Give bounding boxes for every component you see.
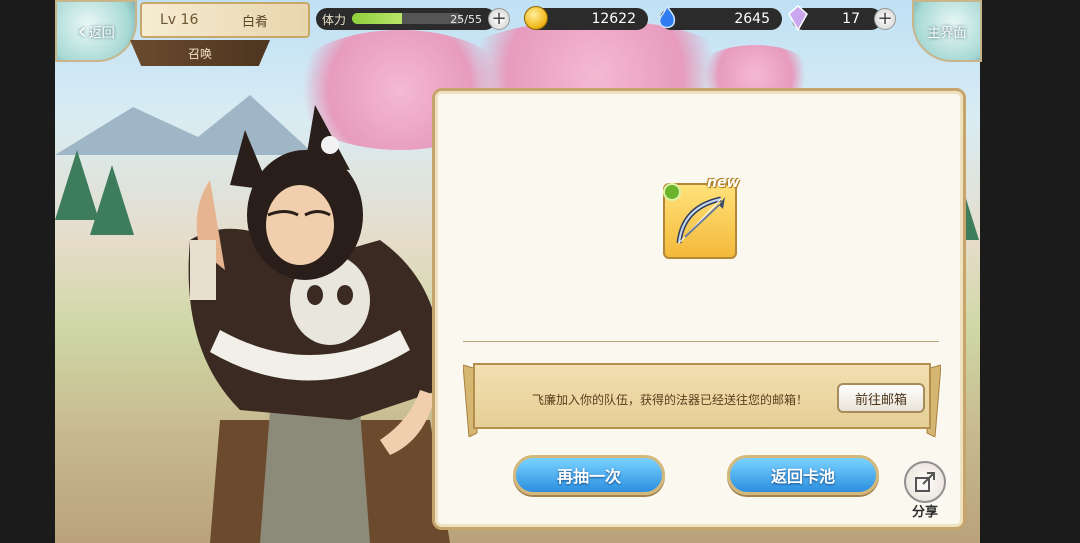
stamina-label: 体力 [322, 13, 347, 27]
player-name: 白肴 [241, 14, 268, 30]
add-crystal-button[interactable]: + [874, 8, 896, 30]
crystal-icon [788, 5, 808, 31]
player-info-panel: Lv 16 白肴 [140, 2, 310, 38]
summoned-character-portrait [188, 105, 450, 543]
share-button[interactable]: 分享 [901, 461, 949, 520]
crystal-currency: 17 [788, 5, 882, 31]
pine-tree [90, 165, 134, 235]
crystal-value: 17 [842, 11, 860, 27]
bow-weapon-icon [676, 196, 725, 244]
chevron-left-icon: ‹ [77, 17, 87, 45]
spirit-currency: 2645 [658, 5, 782, 30]
result-message-scroll: 飞廉加入你的队伍，获得的法器已经送往您的邮箱！ 前往邮箱 [463, 359, 941, 437]
share-label: 分享 [911, 505, 938, 520]
left-letterbox [0, 0, 55, 543]
new-badge: new [707, 175, 740, 191]
stamina-fill [352, 13, 402, 24]
gold-coin-icon [524, 6, 548, 30]
result-message: 飞廉加入你的队伍，获得的法器已经送往您的邮箱！ [531, 393, 808, 407]
go-to-mailbox-button[interactable]: 前往邮箱 [837, 383, 925, 413]
draw-again-button[interactable]: 再抽一次 [513, 455, 665, 495]
add-stamina-button[interactable]: + [488, 8, 510, 30]
back-label: 返回 [88, 25, 115, 41]
spirit-value: 2645 [734, 11, 770, 27]
right-letterbox [980, 0, 1080, 543]
summon-result-panel: new 飞廉加入你的队伍，获得的法器已经送往您的邮箱！ 前往邮箱 再抽一次 返回… [432, 88, 966, 530]
stamina-track [352, 13, 462, 24]
result-item-card[interactable] [663, 183, 737, 259]
gold-value: 12622 [591, 11, 636, 27]
gold-currency: 12622 [524, 6, 648, 30]
panel-divider [463, 341, 939, 342]
stamina-bar: 体力 25/55 [316, 8, 496, 30]
scroll-body: 飞廉加入你的队伍，获得的法器已经送往您的邮箱！ 前往邮箱 [473, 363, 931, 429]
blue-flame-icon [658, 5, 676, 29]
return-to-pool-button[interactable]: 返回卡池 [727, 455, 879, 495]
mode-tab-summon: 召唤 [130, 40, 270, 66]
share-icon [904, 461, 946, 503]
stamina-value: 25/55 [450, 13, 482, 26]
player-level: Lv 16 [160, 12, 199, 28]
